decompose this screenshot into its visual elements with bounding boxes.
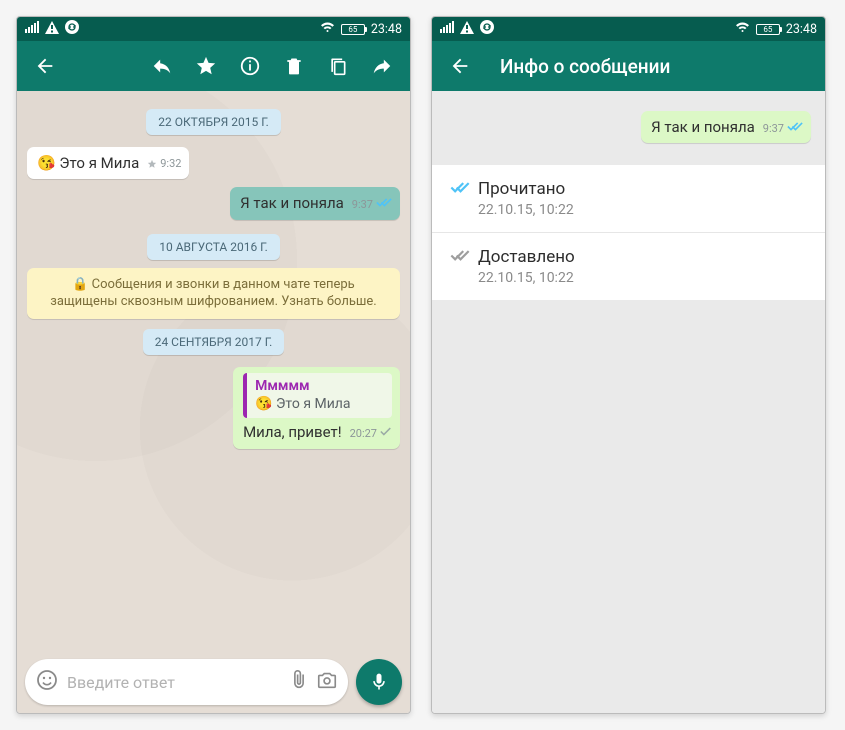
info-row-delivered: Доставлено 22.10.15, 10:22 xyxy=(432,233,825,300)
status-bar: 65 23:48 xyxy=(432,17,825,41)
delivered-tick-icon xyxy=(380,426,392,442)
status-time: 23:48 xyxy=(786,22,817,37)
info-body: Я так и поняла 9:37 Прочитано 22.10.15, … xyxy=(432,91,825,713)
back-button[interactable] xyxy=(25,46,65,86)
camera-button[interactable] xyxy=(316,669,338,695)
back-button[interactable] xyxy=(440,46,480,86)
wifi-icon xyxy=(735,21,750,37)
message-out-quoted[interactable]: Ммммм 😘 Это я Мила Мила, привет! 20:27 xyxy=(233,367,400,449)
status-time: 23:48 xyxy=(371,22,402,37)
status-bar: 65 23:48 xyxy=(17,17,410,41)
message-row[interactable]: Ммммм 😘 Это я Мила Мила, привет! 20:27 xyxy=(27,363,400,453)
info-app-bar: Инфо о сообщении xyxy=(432,41,825,91)
date-divider: 24 СЕНТЯБРЯ 2017 Г. xyxy=(143,329,285,355)
battery-icon: 65 xyxy=(341,24,365,35)
read-ticks-icon xyxy=(376,197,392,213)
input-pill[interactable] xyxy=(25,659,348,705)
emoji-button[interactable] xyxy=(35,668,59,696)
info-row-read: Прочитано 22.10.15, 10:22 xyxy=(432,165,825,233)
message-input[interactable] xyxy=(67,673,282,692)
warning-icon xyxy=(45,21,59,38)
delete-button[interactable] xyxy=(274,46,314,86)
star-button[interactable] xyxy=(186,46,226,86)
info-card: Прочитано 22.10.15, 10:22 Доставлено 22.… xyxy=(432,165,825,300)
message-in[interactable]: 😘 Это я Мила 9:32 xyxy=(27,147,189,179)
copy-button[interactable] xyxy=(318,46,358,86)
date-divider: 22 ОКТЯБРЯ 2015 Г. xyxy=(146,109,281,135)
phone-info: 65 23:48 Инфо о сообщении Я так и поняла… xyxy=(431,16,826,714)
reply-button[interactable] xyxy=(142,46,182,86)
message-row[interactable]: 😘 Это я Мила 9:32 xyxy=(27,143,400,183)
forward-button[interactable] xyxy=(362,46,402,86)
message-row[interactable]: Я так и поняла 9:37 xyxy=(27,183,400,223)
battery-icon: 65 xyxy=(756,24,780,35)
chat-body[interactable]: 22 ОКТЯБРЯ 2015 Г. 😘 Это я Мила 9:32 Я т… xyxy=(17,91,410,653)
warning-icon xyxy=(460,21,474,38)
wifi-icon xyxy=(320,21,335,37)
attach-button[interactable] xyxy=(288,669,310,695)
quote-text: 😘 Это я Мила xyxy=(255,395,384,414)
delivered-ticks-icon xyxy=(450,247,470,267)
info-button[interactable] xyxy=(230,46,270,86)
phone-chat: 65 23:48 22 ОКТЯБРЯ 2015 Г. 😘 Это я Мила… xyxy=(16,16,411,714)
quote-block[interactable]: Ммммм 😘 Это я Мила xyxy=(243,373,392,419)
signal-icon xyxy=(25,21,39,37)
read-ticks-icon xyxy=(787,121,803,137)
message-out-selected[interactable]: Я так и поняла 9:37 xyxy=(230,187,400,219)
chat-app-bar xyxy=(17,41,410,91)
sync-icon xyxy=(65,20,79,38)
encryption-notice[interactable]: 🔒 Сообщения и звонки в данном чате тепер… xyxy=(27,268,400,319)
date-divider: 10 АВГУСТА 2016 Г. xyxy=(147,234,280,260)
info-message-bubble: Я так и поняла 9:37 xyxy=(641,111,811,143)
quote-author: Ммммм xyxy=(255,377,384,396)
sync-icon xyxy=(480,20,494,38)
chat-input-bar xyxy=(17,653,410,713)
mic-button[interactable] xyxy=(356,659,402,705)
signal-icon xyxy=(440,21,454,37)
read-ticks-icon xyxy=(450,179,470,199)
page-title: Инфо о сообщении xyxy=(500,55,670,78)
